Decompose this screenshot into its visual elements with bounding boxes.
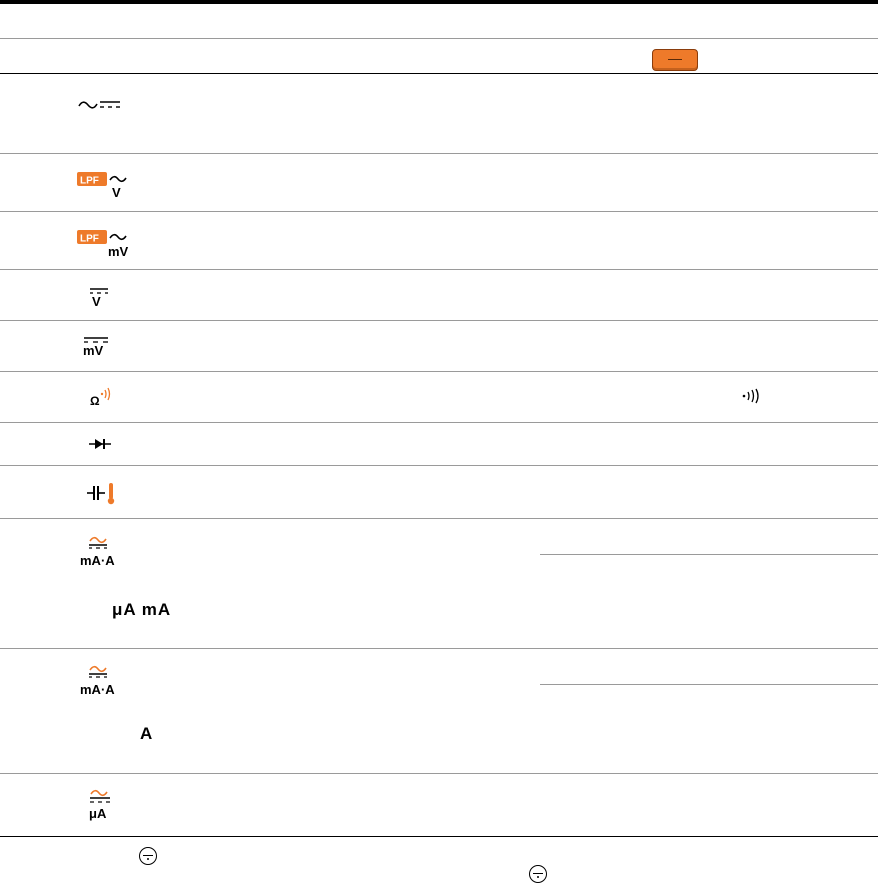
dc-mv-icon: mV (83, 337, 108, 358)
ac-dc-icon (78, 101, 120, 109)
unit-ohm: Ω (90, 394, 100, 408)
a-label: A (140, 724, 154, 743)
lpf-label: LPF (80, 176, 99, 187)
divider (0, 153, 878, 154)
unit-mv: mV (108, 244, 129, 259)
ac-dc-ma-a-icon: mA·A (80, 536, 115, 568)
orange-button-icon (652, 49, 698, 71)
divider (0, 38, 878, 39)
unit-mv: mV (83, 343, 104, 358)
unit-v: V (92, 294, 101, 308)
continuity-icon (742, 388, 759, 404)
sub-divider (540, 554, 878, 555)
divider (0, 73, 878, 74)
ohm-continuity-icon: Ω (90, 387, 111, 408)
ac-dc-ma-a-icon: mA·A (80, 665, 115, 697)
divider (0, 269, 878, 270)
divider (0, 320, 878, 321)
unit-ma-a: mA·A (80, 553, 115, 568)
lpf-ac-mv-icon: LPF mV (77, 230, 129, 259)
lpf-label: LPF (80, 234, 99, 245)
divider (0, 773, 878, 774)
unit-ma-a: mA·A (80, 682, 115, 697)
unit-v: V (112, 185, 121, 200)
top-rule (0, 0, 878, 4)
rotary-knob-icon (529, 865, 547, 883)
divider (0, 518, 878, 519)
divider (0, 648, 878, 649)
divider (0, 211, 878, 212)
unit-ua: μA (89, 806, 107, 821)
divider (0, 465, 878, 466)
dc-v-icon: V (90, 288, 108, 308)
sub-divider (540, 684, 878, 685)
rotary-knob-icon (139, 847, 157, 865)
divider (0, 836, 878, 837)
ac-dc-ua-icon: μA (89, 789, 110, 821)
ua-ma-label: μA mA (112, 600, 172, 619)
diode-icon (89, 439, 111, 449)
divider (0, 371, 878, 372)
capacitor-thermometer-icon (87, 483, 115, 505)
lpf-ac-v-icon: LPF V (77, 172, 127, 200)
divider (0, 422, 878, 423)
